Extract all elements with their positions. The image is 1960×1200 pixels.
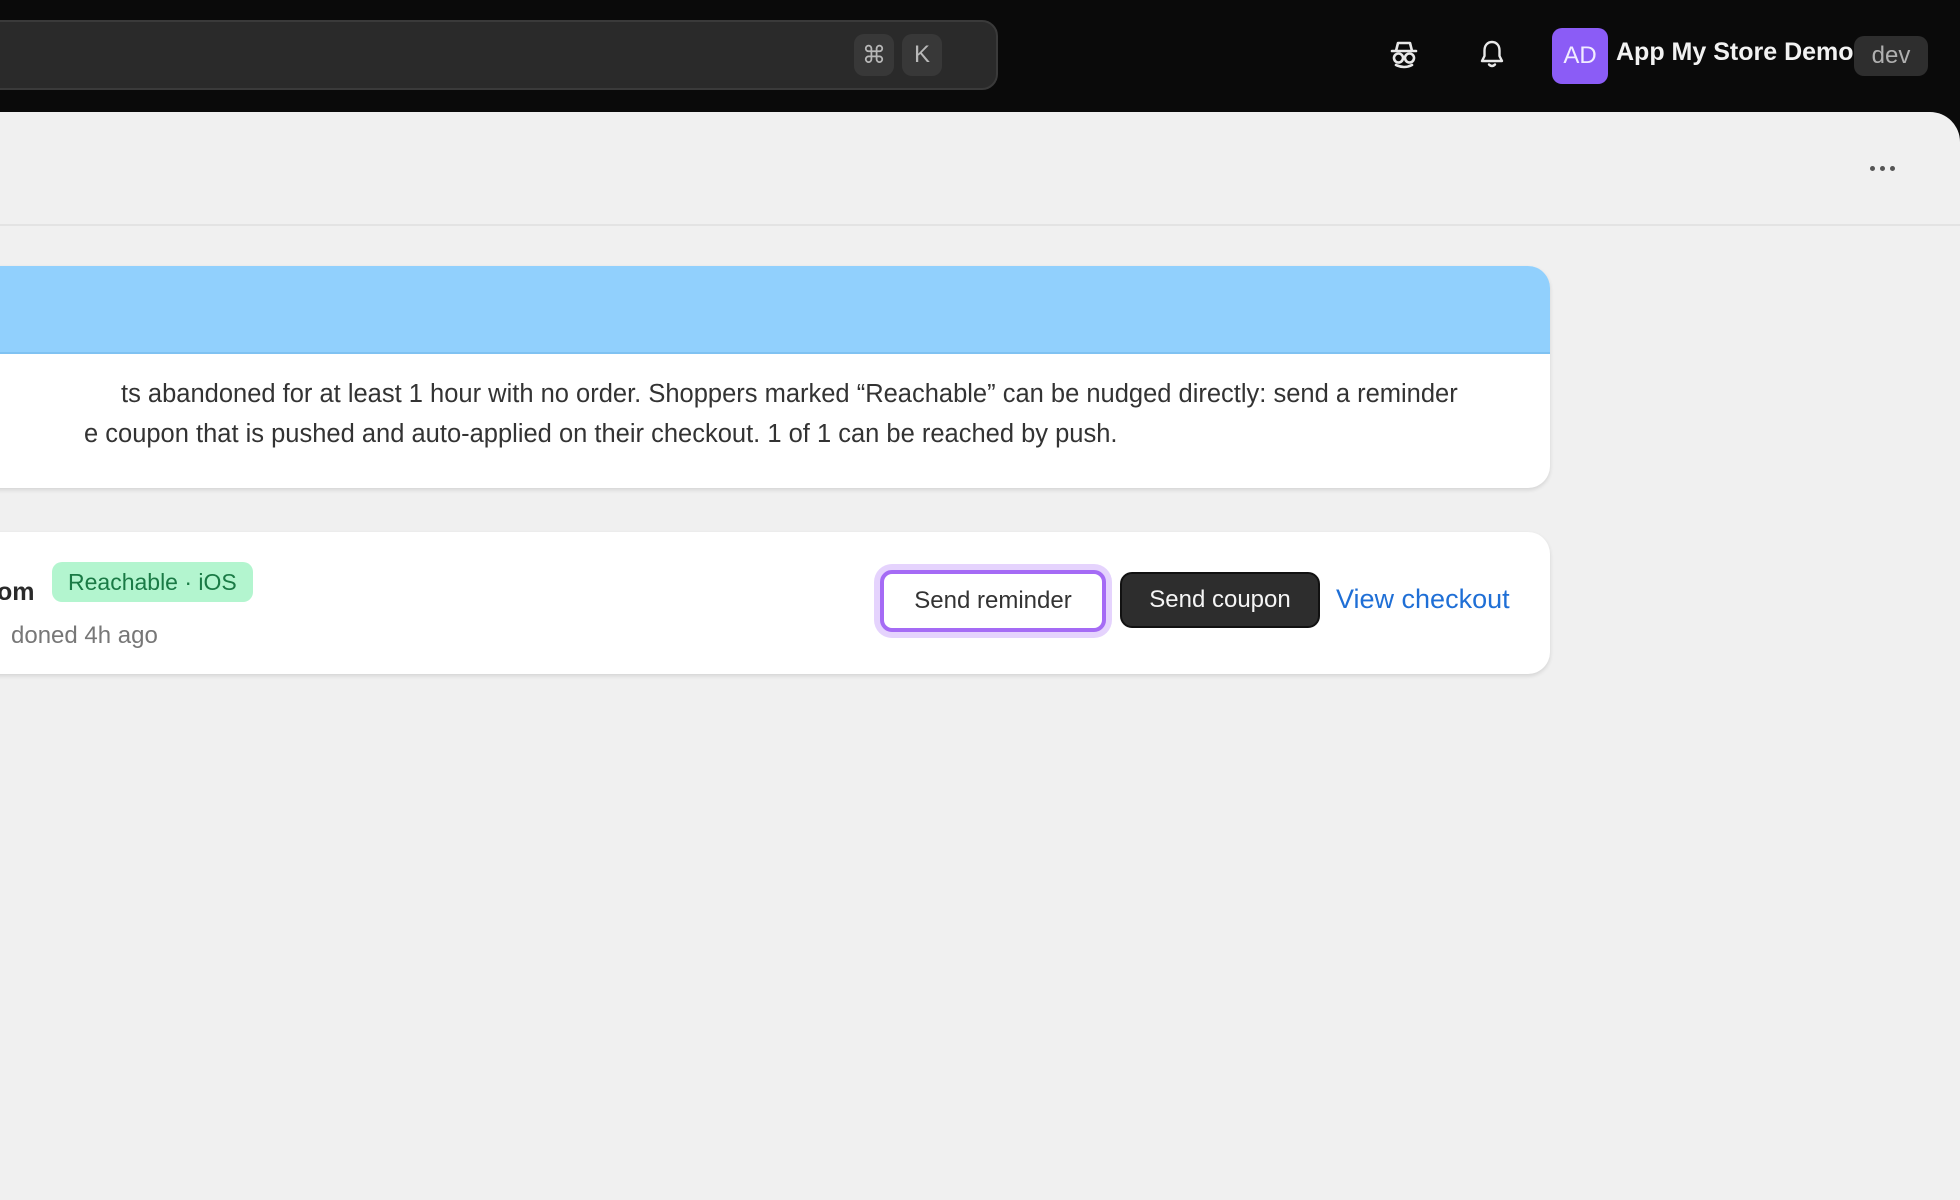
search-bar[interactable]: ⌘ K — [0, 20, 998, 90]
info-text-line-1: ts abandoned for at least 1 hour with no… — [121, 380, 1458, 408]
main-content: ts abandoned for at least 1 hour with no… — [0, 112, 1960, 1200]
send-coupon-button[interactable]: Send coupon — [1120, 572, 1320, 628]
top-bar: ⌘ K AD App My Store Demo dev — [0, 0, 1960, 112]
info-text-line-2: e coupon that is pushed and auto-applied… — [84, 420, 1118, 448]
info-banner — [0, 266, 1550, 354]
k-key-hint: K — [902, 34, 942, 76]
environment-badge: dev — [1854, 36, 1928, 76]
bell-icon[interactable] — [1470, 32, 1514, 76]
header-divider — [0, 224, 1960, 226]
checkout-row: om Reachable · iOS doned 4h ago Send rem… — [0, 532, 1550, 674]
shopper-name: om — [0, 578, 35, 606]
avatar[interactable]: AD — [1552, 28, 1608, 84]
send-reminder-button[interactable]: Send reminder — [880, 570, 1106, 632]
view-checkout-link[interactable]: View checkout — [1336, 584, 1510, 615]
status-badge: Reachable · iOS — [52, 562, 253, 602]
abandoned-time: doned 4h ago — [11, 622, 158, 649]
incognito-icon[interactable] — [1382, 32, 1426, 76]
app-name[interactable]: App My Store Demo — [1616, 38, 1854, 67]
command-key-hint: ⌘ — [854, 34, 894, 76]
info-card: ts abandoned for at least 1 hour with no… — [0, 266, 1550, 488]
more-horizontal-icon[interactable] — [1860, 156, 1904, 180]
